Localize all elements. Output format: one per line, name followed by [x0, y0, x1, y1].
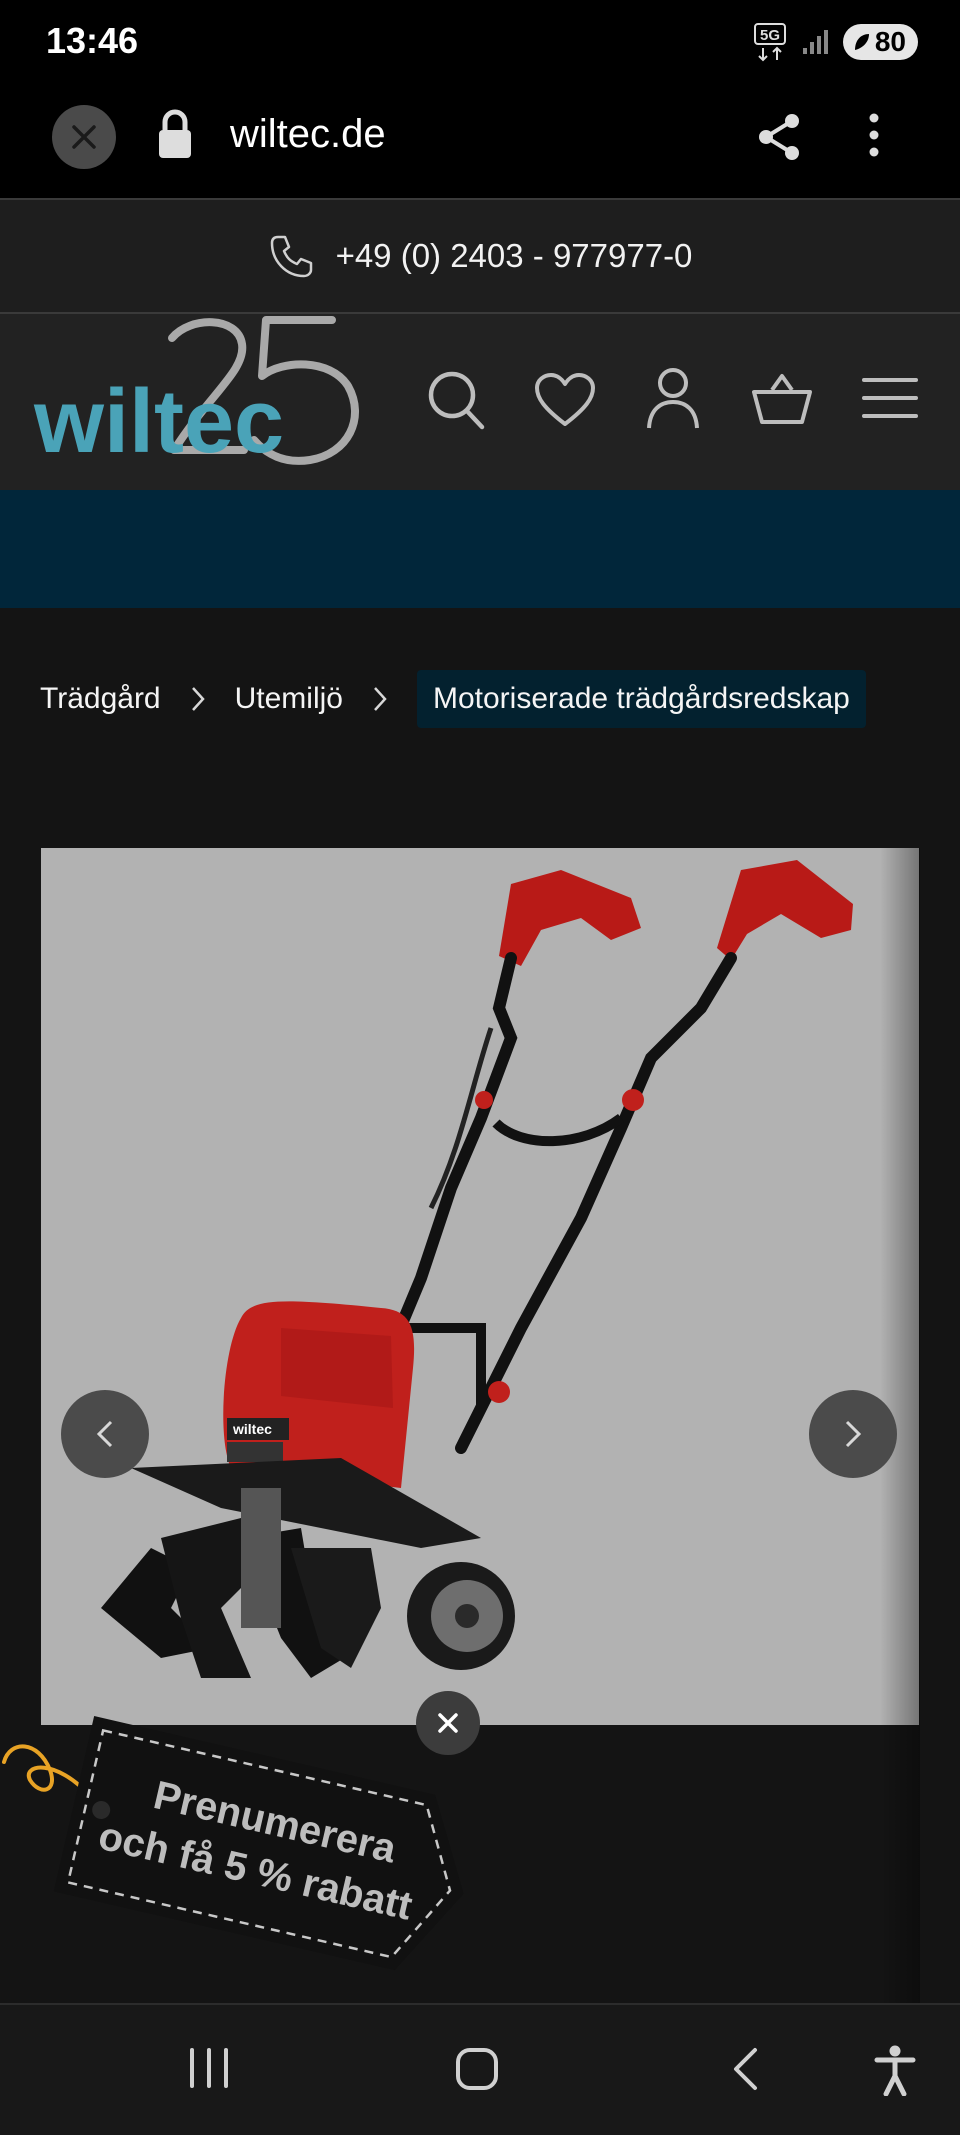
user-icon[interactable]	[646, 366, 700, 430]
breadcrumb: Trädgård Utemiljö Motoriserade trädgårds…	[40, 668, 866, 730]
browser-toolbar	[0, 88, 960, 200]
basket-icon[interactable]	[752, 372, 812, 426]
battery-level: 80	[874, 26, 906, 57]
network-label: 5G	[760, 27, 780, 44]
back-icon[interactable]	[730, 2046, 760, 2092]
logo-text: wiltec	[33, 372, 284, 472]
contact-strip: +49 (0) 2403 - 977977-0	[0, 200, 960, 314]
next-image-button[interactable]	[809, 1390, 897, 1478]
heart-icon[interactable]	[534, 372, 596, 428]
recent-apps-icon[interactable]	[186, 2046, 232, 2090]
status-indicators: 5G 80	[753, 22, 918, 62]
more-vert-icon[interactable]	[866, 112, 882, 158]
close-tab-button[interactable]	[52, 105, 116, 169]
breadcrumb-item-utemiljo[interactable]: Utemiljö	[235, 682, 343, 716]
share-icon[interactable]	[756, 112, 802, 162]
battery-indicator: 80	[842, 24, 918, 60]
lock-icon	[159, 109, 191, 158]
url-display[interactable]: wiltec.de	[230, 112, 386, 157]
promo-band	[0, 490, 960, 608]
tiller-illustration: wiltec	[101, 860, 853, 1678]
newsletter-promo-tag[interactable]: Prenumerera och få 5 % rabatt	[0, 1700, 480, 1980]
network-5g-icon: 5G	[753, 23, 786, 62]
site-header: wiltec	[0, 314, 960, 490]
tag-string	[2, 1744, 92, 1798]
product-label-text: wiltec	[232, 1421, 272, 1437]
signal-icon	[802, 30, 828, 54]
phone-icon	[270, 235, 312, 278]
leaf-icon	[854, 34, 869, 50]
breadcrumb-item-current[interactable]: Motoriserade trädgårdsredskap	[416, 670, 866, 728]
previous-image-button[interactable]	[61, 1390, 149, 1478]
chevron-left-icon	[96, 1420, 113, 1448]
chevron-right-icon	[845, 1420, 862, 1448]
search-icon[interactable]	[426, 369, 486, 431]
chevron-right-icon	[373, 686, 387, 712]
home-icon[interactable]	[454, 2046, 500, 2092]
wiltec-logo[interactable]: wiltec	[30, 314, 390, 490]
chevron-right-icon	[191, 686, 205, 712]
breadcrumb-item-tradgard[interactable]: Trädgård	[40, 682, 161, 716]
close-icon	[72, 125, 96, 149]
status-time: 13:46	[46, 20, 139, 61]
product-image[interactable]: wiltec	[41, 848, 919, 1725]
menu-icon[interactable]	[862, 376, 918, 420]
accessibility-icon[interactable]	[874, 2044, 916, 2096]
phone-number[interactable]: +49 (0) 2403 - 977977-0	[336, 237, 693, 275]
